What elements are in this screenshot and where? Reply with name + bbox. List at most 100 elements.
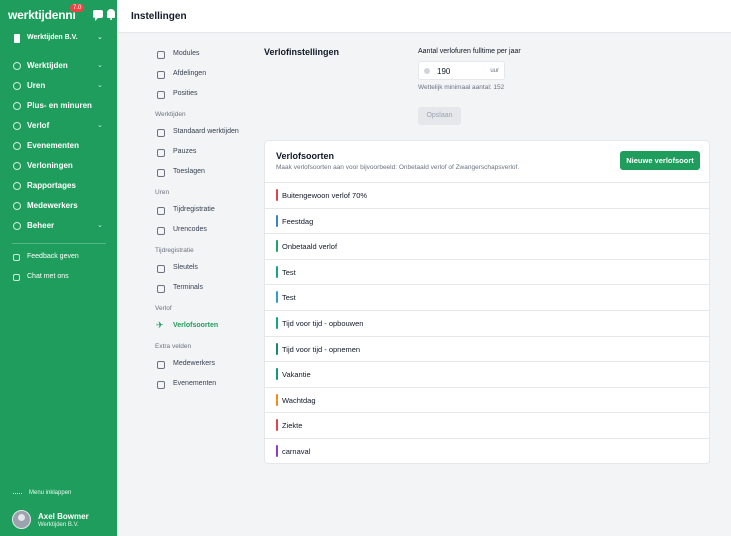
- list-item[interactable]: Feestdag: [265, 207, 709, 233]
- bell-icon[interactable]: [107, 9, 115, 20]
- sidebar-item-rapportages[interactable]: Rapportages: [0, 177, 117, 195]
- list-item[interactable]: Ziekte: [265, 412, 709, 437]
- sidebar-item-plus-en-minuren[interactable]: Plus- en minuren: [0, 97, 117, 115]
- card-subtitle: Maak verlofsoorten aan voor bijvoorbeeld…: [276, 164, 520, 171]
- app-logo[interactable]: werktijdenni: [8, 8, 76, 22]
- company-switcher[interactable]: Werktijden B.V. ⌄: [0, 30, 117, 48]
- logo-row: werktijdenni 7.0: [8, 4, 115, 23]
- settings-nav-item-medewerkers[interactable]: Medewerkers: [155, 356, 260, 374]
- users-icon: [157, 361, 165, 369]
- list-item[interactable]: carnaval: [265, 438, 709, 463]
- chevron-down-icon: ⌄: [97, 82, 103, 89]
- sidebar-item-medewerkers[interactable]: Medewerkers: [0, 197, 117, 215]
- sidebar-item-verloningen[interactable]: Verloningen: [0, 157, 117, 175]
- chevron-down-icon: ⌄: [97, 62, 103, 69]
- sidebar-item-label: Rapportages: [27, 181, 76, 190]
- clock-icon: [157, 129, 165, 137]
- settings-nav-label: Pauzes: [173, 148, 197, 155]
- sidebar-item-werktijden[interactable]: Werktijden ⌄: [0, 57, 117, 75]
- settings-nav-item-evenementen[interactable]: Evenementen: [155, 376, 260, 394]
- minimum-note: Wettelijk minimaal aantal: 152: [418, 84, 505, 91]
- verlofsoort-label: Onbetaald verlof: [282, 242, 338, 252]
- verlofsoort-label: Vakantie: [282, 370, 311, 380]
- settings-nav-label: Medewerkers: [173, 360, 216, 367]
- verlof-settings-title: Verlofinstellingen: [264, 47, 340, 57]
- avatar[interactable]: [12, 510, 31, 529]
- user-name[interactable]: Axel Bowmer: [38, 512, 89, 521]
- settings-nav-label: Toeslagen: [173, 168, 205, 175]
- sidebar-item-uren[interactable]: Uren ⌄: [0, 77, 117, 95]
- page-header: Instellingen: [117, 0, 731, 33]
- calendar-icon: [157, 381, 165, 389]
- sidebar-item-beheer[interactable]: Beheer ⌄: [0, 217, 117, 235]
- collapse-icon[interactable]: [13, 493, 22, 495]
- sidebar-item-evenementen[interactable]: Evenementen: [0, 137, 117, 155]
- settings-nav-label: Sleutels: [173, 264, 198, 271]
- sidebar-item-label: Beheer: [27, 221, 55, 230]
- page-title: Instellingen: [131, 11, 187, 22]
- settings-nav-item-pauzes[interactable]: Pauzes: [155, 144, 260, 162]
- color-indicator: [276, 240, 278, 253]
- new-verlofsoort-button[interactable]: Nieuwe verlofsoort: [620, 151, 700, 170]
- color-indicator: [276, 317, 278, 329]
- list-item[interactable]: Tijd voor tijd - opnemen: [265, 335, 709, 361]
- list-item[interactable]: Onbetaald verlof: [265, 233, 709, 258]
- settings-nav-label: Terminals: [173, 284, 203, 291]
- list-item[interactable]: Test: [265, 258, 709, 284]
- list-item[interactable]: Wachtdag: [265, 386, 709, 412]
- sidebar-divider: [12, 243, 106, 244]
- verlofsoort-label: Feestdag: [282, 216, 314, 226]
- chat-icon[interactable]: [93, 10, 103, 21]
- color-indicator: [276, 368, 278, 381]
- hours-value[interactable]: 190: [437, 67, 450, 76]
- sidebar-item-chat-met-ons[interactable]: Chat met ons: [0, 269, 117, 287]
- settings-nav-label: Afdelingen: [173, 70, 207, 77]
- verlofsoort-label: Tijd voor tijd - opbouwen: [282, 319, 364, 328]
- color-indicator: [276, 265, 278, 278]
- color-indicator: [276, 342, 278, 355]
- key-icon: [157, 265, 165, 273]
- hours-input[interactable]: 190 uur: [418, 61, 505, 80]
- settings-nav-item-posities[interactable]: Posities: [155, 86, 260, 104]
- building-icon: [14, 34, 20, 43]
- verlofsoort-label: Test: [282, 267, 296, 277]
- settings-nav-label: Tijdregistratie: [173, 206, 215, 213]
- settings-section-label: Werktijden: [155, 111, 186, 118]
- settings-nav-item-tijdregistratie[interactable]: Tijdregistratie: [155, 202, 260, 220]
- nav-icon: [13, 142, 21, 150]
- color-indicator: [276, 419, 278, 432]
- company-name: Werktijden B.V.: [27, 34, 78, 41]
- collapse-menu-link[interactable]: Menu inklappen: [29, 490, 71, 496]
- settings-nav-item-toeslagen[interactable]: Toeslagen: [155, 164, 260, 182]
- sidebar-item-verlof[interactable]: Verlof ⌄: [0, 117, 117, 135]
- settings-section-label: Verlof: [155, 305, 172, 312]
- settings-section-label: Uren: [155, 189, 170, 196]
- settings-nav-label: Urencodes: [173, 226, 207, 233]
- settings-nav-item-verlofsoorten[interactable]: Verlofsoorten: [155, 318, 260, 336]
- settings-nav-item-afdelingen[interactable]: Afdelingen: [155, 66, 260, 84]
- nav-icon: [13, 222, 21, 230]
- list-item[interactable]: Tijd voor tijd - opbouwen: [265, 310, 709, 335]
- settings-nav-item-urencodes[interactable]: Urencodes: [155, 222, 260, 240]
- settings-nav-label: Standaard werktijden: [173, 128, 239, 135]
- color-indicator: [276, 189, 278, 201]
- save-button[interactable]: Opslaan: [418, 107, 461, 125]
- chevron-down-icon: ⌄: [97, 222, 103, 229]
- settings-nav-item-modules[interactable]: Modules: [155, 46, 260, 64]
- nav-icon: [13, 82, 21, 90]
- list-item[interactable]: Buitengewoon verlof 70%: [265, 182, 709, 207]
- chat-icon: [13, 274, 20, 281]
- verlofsoort-label: Wachtdag: [282, 395, 316, 405]
- settings-nav-item-sleutels[interactable]: Sleutels: [155, 260, 260, 278]
- color-indicator: [276, 445, 278, 457]
- coffee-icon: [157, 149, 165, 157]
- list-item[interactable]: Vakantie: [265, 361, 709, 386]
- sidebar-item-feedback-geven[interactable]: Feedback geven: [0, 249, 117, 267]
- list-item[interactable]: Test: [265, 284, 709, 309]
- settings-nav-item-terminals[interactable]: Terminals: [155, 280, 260, 298]
- nav-icon: [13, 102, 21, 110]
- settings-nav-label: Verlofsoorten: [173, 322, 219, 329]
- color-indicator: [276, 393, 278, 406]
- money-icon: [157, 169, 165, 177]
- settings-nav-item-standaard-werktijden[interactable]: Standaard werktijden: [155, 124, 260, 142]
